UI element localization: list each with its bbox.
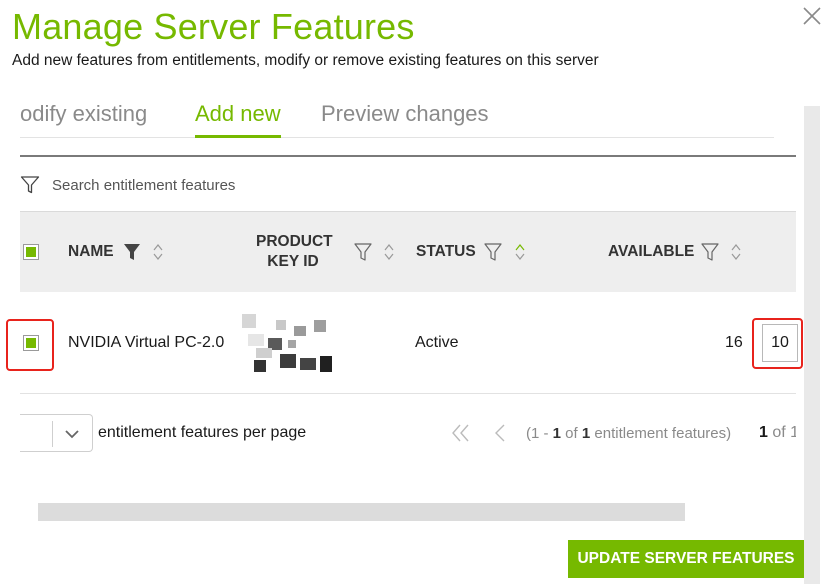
funnel-icon[interactable]: [701, 242, 719, 262]
redacted-product-key: [242, 310, 334, 374]
pagination-info-total: 1: [581, 425, 591, 442]
column-header-product-key-line2: KEY ID: [267, 253, 319, 270]
page-indicator: 1 of 1: [759, 424, 796, 442]
column-header-status[interactable]: STATUS: [416, 243, 476, 261]
sort-icon[interactable]: [383, 242, 395, 262]
pagination-info-to: 1: [552, 425, 562, 442]
filter-icon[interactable]: [20, 175, 40, 195]
previous-page-icon[interactable]: [492, 422, 508, 444]
select-all-checkbox[interactable]: [23, 244, 39, 260]
tab-bar: odify existing Add new Preview changes: [20, 96, 774, 138]
column-header-available[interactable]: AVAILABLE: [608, 243, 694, 261]
row-available-count: 16: [725, 334, 743, 351]
chevron-down-icon: [64, 427, 80, 441]
tab-modify-existing[interactable]: odify existing: [20, 96, 147, 138]
tab-add-new[interactable]: Add new: [195, 96, 281, 138]
search-row: [20, 157, 796, 212]
dialog-subtitle: Add new features from entitlements, modi…: [12, 52, 599, 69]
close-icon[interactable]: [800, 4, 824, 28]
tab-preview-changes[interactable]: Preview changes: [321, 96, 489, 138]
pagination-info: (1 - 1 of 1 entitlement features): [526, 425, 731, 442]
dialog-title: Manage Server Features: [12, 6, 415, 47]
filled-funnel-icon[interactable]: [123, 242, 141, 262]
select-divider: [52, 421, 53, 447]
pagination-info-suffix: entitlement features): [590, 425, 732, 442]
pagination-bar: entitlement features per page (1 - 1 of …: [20, 414, 796, 454]
vertical-scrollbar[interactable]: [804, 106, 820, 584]
current-page: 1: [759, 424, 768, 441]
table-row: NVIDIA Virtual PC-2.0 Active 16: [6, 292, 803, 394]
quantity-input[interactable]: [762, 324, 798, 362]
per-page-select[interactable]: [20, 414, 93, 452]
sort-icon[interactable]: [514, 242, 526, 262]
funnel-icon[interactable]: [354, 242, 372, 262]
row-checkbox[interactable]: [23, 335, 39, 351]
funnel-icon[interactable]: [484, 242, 502, 262]
page-of-label: of 1: [767, 424, 796, 441]
per-page-label: entitlement features per page: [98, 424, 307, 441]
update-server-features-button[interactable]: UPDATE SERVER FEATURES: [568, 540, 804, 578]
sort-icon[interactable]: [152, 242, 164, 262]
pagination-info-mid: of: [561, 425, 582, 442]
horizontal-scrollbar[interactable]: [38, 503, 685, 521]
column-header-product-key-line1: PRODUCT: [256, 233, 333, 250]
column-header-product-key[interactable]: PRODUCT KEY ID: [256, 233, 333, 271]
row-feature-name: NVIDIA Virtual PC-2.0: [68, 334, 225, 351]
table-header-row: NAME PRODUCT KEY ID STATUS AVAILABLE: [20, 212, 796, 292]
search-input[interactable]: [52, 171, 752, 199]
row-status: Active: [415, 334, 459, 351]
pagination-info-prefix: (1 -: [526, 425, 553, 442]
sort-icon[interactable]: [730, 242, 742, 262]
column-header-name[interactable]: NAME: [68, 243, 114, 261]
first-page-icon[interactable]: [450, 422, 472, 444]
